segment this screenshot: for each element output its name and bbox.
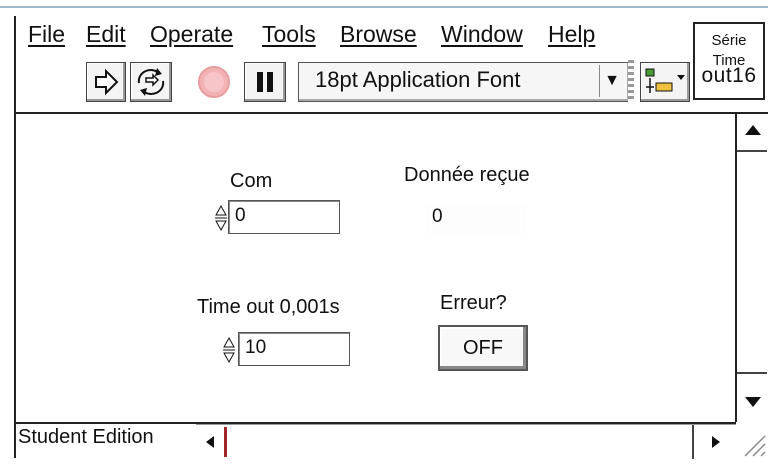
font-selector-label: 18pt Application Font — [315, 67, 521, 92]
resize-grip-icon — [744, 435, 766, 457]
chevron-down-icon[interactable]: ▼ — [599, 65, 624, 97]
timeout-increment-decrement[interactable] — [222, 334, 236, 366]
menu-window[interactable]: Window — [441, 18, 523, 50]
menu-bar: File Edit Operate Tools Browse Window He… — [0, 18, 690, 50]
timeout-input[interactable]: 10 — [238, 332, 350, 366]
stop-circle-icon — [198, 66, 230, 98]
run-continuously-icon — [137, 68, 165, 96]
resize-grip[interactable] — [735, 424, 767, 458]
menu-help[interactable]: Help — [548, 18, 595, 50]
updown-arrows-icon — [215, 204, 227, 232]
donnee-recue-indicator: 0 — [426, 204, 526, 234]
com-input[interactable]: 0 — [228, 200, 340, 234]
com-label: Com — [230, 170, 273, 192]
scrollbar-divider — [692, 425, 694, 459]
menu-file[interactable]: File — [28, 18, 65, 50]
timeout-value: 10 — [245, 337, 267, 358]
scrollbar-divider — [737, 150, 767, 152]
pause-button[interactable] — [244, 62, 286, 102]
student-edition-label: Student Edition — [18, 426, 154, 448]
timeout-label: Time out 0,001s — [197, 296, 340, 318]
scroll-position-marker — [224, 427, 227, 457]
updown-arrows-icon — [223, 336, 235, 364]
scroll-up-icon[interactable] — [743, 122, 763, 138]
com-value: 0 — [235, 205, 246, 226]
pause-icon — [257, 72, 273, 92]
run-button[interactable] — [86, 62, 126, 102]
align-objects-icon — [645, 68, 685, 93]
run-arrow-icon — [95, 68, 119, 96]
donnee-recue-label: Donnée reçue — [404, 164, 530, 186]
window-top-edge — [0, 6, 768, 8]
menu-edit[interactable]: Edit — [86, 18, 126, 50]
align-objects-button[interactable] — [640, 62, 690, 102]
font-selector[interactable]: 18pt Application Font ▼ — [298, 62, 630, 102]
scrollbar-divider — [737, 372, 767, 374]
erreur-button-text: OFF — [463, 337, 503, 359]
donnee-recue-value: 0 — [432, 206, 443, 227]
horizontal-scrollbar[interactable] — [196, 424, 736, 459]
run-continuously-button[interactable] — [130, 62, 172, 102]
toolbar-separator — [628, 60, 634, 102]
connector-line-3: out16 — [701, 64, 757, 87]
menu-browse[interactable]: Browse — [340, 18, 417, 50]
menu-tools[interactable]: Tools — [262, 18, 316, 50]
abort-button[interactable] — [196, 64, 232, 100]
scroll-right-icon[interactable] — [708, 433, 724, 451]
toolbar-bottom-border — [16, 112, 768, 114]
connector-pane[interactable]: Série Time out16 — [693, 22, 765, 100]
scroll-left-icon[interactable] — [202, 433, 218, 451]
erreur-label: Erreur? — [440, 292, 507, 314]
scroll-down-icon[interactable] — [743, 394, 763, 410]
erreur-toggle-button[interactable]: OFF — [438, 325, 528, 371]
connector-line-1: Série — [711, 32, 747, 49]
menu-operate[interactable]: Operate — [150, 18, 233, 50]
vertical-scrollbar[interactable] — [735, 114, 767, 422]
com-increment-decrement[interactable] — [214, 202, 228, 234]
window-left-edge — [14, 16, 16, 458]
